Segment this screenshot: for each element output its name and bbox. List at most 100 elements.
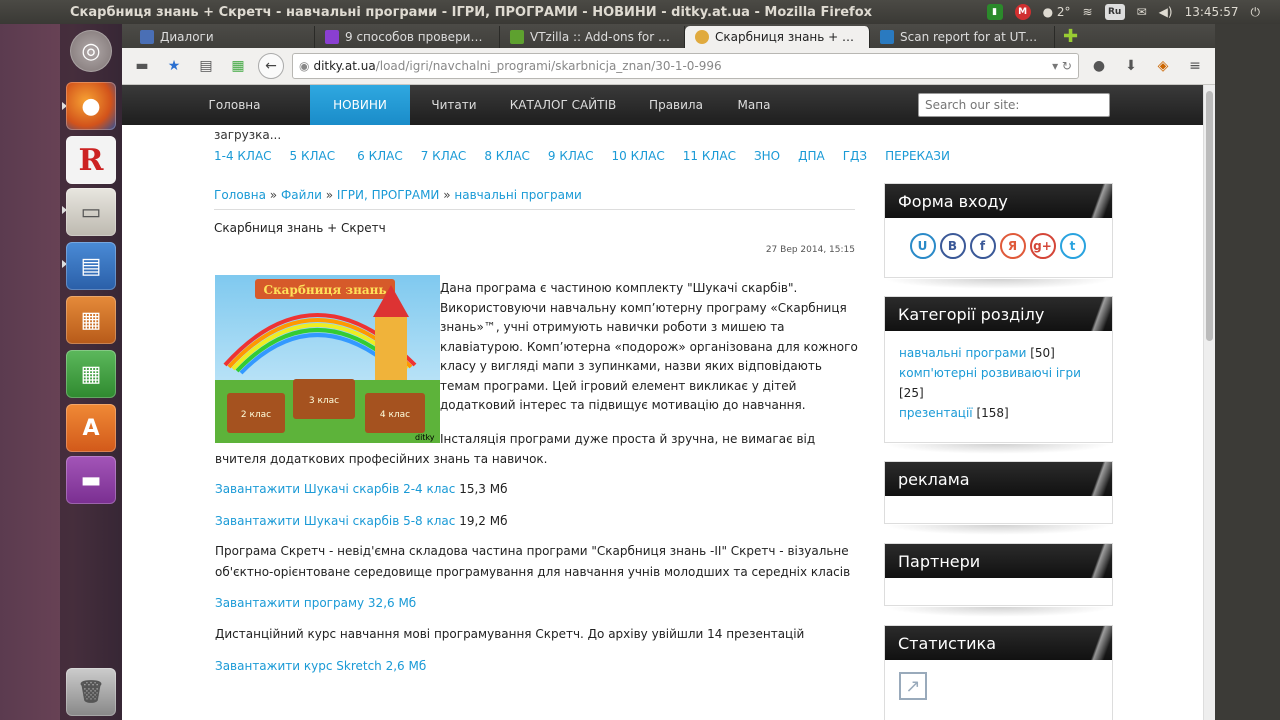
writer-icon[interactable]: ▤ [66,242,116,290]
download-1: Завантажити Шукачі скарбів 2-4 клас 15,3… [215,482,508,496]
login-box: Форма входу U B f Я g+ t [884,183,1113,278]
firefox-icon[interactable]: ● [66,82,116,130]
stats-counter-icon[interactable]: ↗ [899,672,927,700]
globe-icon: ◉ [299,59,310,73]
google-plus-login-icon[interactable]: g+ [1029,233,1056,259]
tab-skarbnytsia[interactable]: Скарбниця знань + Ск… [685,26,870,48]
wifi-icon[interactable]: ≋ [1083,5,1093,19]
category-link[interactable]: комп'ютерні розвиваючі ігри [899,366,1081,380]
category-item: комп'ютерні розвиваючі ігри [25] [899,366,1081,400]
calc-icon[interactable]: ▦ [66,350,116,398]
clipboard-icon[interactable]: ▤ [194,54,218,78]
volume-icon[interactable]: ◀) [1159,5,1173,19]
class-link[interactable]: ЗНО [754,149,780,163]
breadcrumb-home[interactable]: Головна [214,188,266,202]
download-link-2-4[interactable]: Завантажити Шукачі скарбів 2-4 клас [215,482,455,496]
nav-read[interactable]: Читати [410,85,498,125]
network-monitor-icon[interactable]: ▮ [986,4,1003,20]
reload-icon[interactable]: ▾ ↻ [1052,59,1072,73]
download-arrow-icon[interactable]: ⬇ [1119,54,1143,78]
weather-indicator[interactable]: ● 2° [1043,5,1071,19]
course-description: Дистанційний курс навчання мові програму… [215,627,805,641]
login-box-title: Форма входу [885,184,1112,218]
svg-text:3 клас: 3 клас [309,396,339,406]
tab-9-ways[interactable]: 9 способов проверит… [315,26,500,48]
chat-icon[interactable]: ● [1087,54,1111,78]
download-course-link[interactable]: Завантажити курс Skretch 2,6 Мб [215,659,426,673]
vkontakte-login-icon[interactable]: B [939,233,966,259]
ucoz-login-icon[interactable]: U [909,233,936,259]
files-icon[interactable]: ▭ [66,188,116,236]
class-link[interactable]: ГДЗ [843,149,867,163]
ads-box-title: реклама [885,462,1112,496]
article-image[interactable]: Скарбниця знань 2 клас 3 клас 4 клас dit… [215,275,440,443]
rstudio-icon[interactable]: R [66,136,116,184]
menu-icon[interactable]: ≡ [1183,54,1207,78]
yandex-login-icon[interactable]: Я [999,233,1026,259]
ads-box: реклама [884,461,1113,524]
class-link[interactable]: ДПА [798,149,825,163]
svg-text:4 клас: 4 клас [380,410,410,420]
breadcrumb-files[interactable]: Файли [281,188,322,202]
categories-box-title: Категорії розділу [885,297,1112,331]
class-link[interactable]: 6 КЛАС [357,149,403,163]
nav-home[interactable]: Головна [188,85,281,125]
categories-list: навчальні програми [50] комп'ютерні розв… [885,331,1112,435]
nav-news[interactable]: НОВИНИ [310,85,410,125]
system-tray: ▮ M ● 2° ≋ Ru ✉ ◀) 13:45:57 ⏻ [986,4,1280,20]
twitter-login-icon[interactable]: t [1059,233,1086,259]
class-link[interactable]: 1-4 КЛАС [214,149,272,163]
tab-bar: Диалоги 9 способов проверит… VTzilla :: … [122,24,1215,48]
class-link[interactable]: ПЕРЕКАЗИ [885,149,950,163]
article-text-2: Інсталяція програми дуже проста й зручна… [215,432,816,466]
breadcrumb: Головна » Файли » ІГРИ, ПРОГРАМИ » навча… [214,188,582,202]
class-link[interactable]: 9 КЛАС [548,149,594,163]
addon-icon[interactable]: ◈ [1151,54,1175,78]
workspace-switcher-icon[interactable]: ▬ [66,456,116,504]
class-link[interactable]: 7 КЛАС [421,149,467,163]
power-icon[interactable]: ⏻ [1251,5,1261,20]
temperature: 2° [1056,5,1071,19]
download-link-5-8[interactable]: Завантажити Шукачі скарбів 5-8 клас [215,514,455,528]
software-center-icon[interactable]: A [66,404,116,452]
tab-vtzilla[interactable]: VTzilla :: Add-ons for Fi… [500,26,685,48]
back-button[interactable]: ← [258,53,284,79]
scrollbar-thumb[interactable] [1206,91,1213,341]
stats-box-title: Статистика [885,626,1112,660]
top-panel: Скарбниця знань + Скретч - навчальні про… [0,0,1280,24]
clock[interactable]: 13:45:57 [1185,5,1239,19]
url-bar[interactable]: ◉ ditky.at.ua/load/igri/navchalni_progra… [292,53,1079,79]
category-link[interactable]: презентації [899,406,973,420]
category-link[interactable]: навчальні програми [899,346,1026,360]
mail-icon[interactable]: M [1014,4,1031,20]
mail-envelope-icon[interactable]: ✉ [1137,5,1147,19]
tab-dialogs[interactable]: Диалоги [130,26,315,48]
divider [214,209,855,210]
site-search-input[interactable] [918,93,1110,117]
dash-home-icon[interactable]: ◎ [70,30,112,72]
launcher: ◎ ● R ▭ ▤ ▦ ▦ A ▬ 🗑 [0,24,122,720]
tab-scan-report[interactable]: Scan report for at UTC … [870,26,1055,48]
breadcrumb-educational[interactable]: навчальні програми [454,188,581,202]
class-link[interactable]: 5 КЛАС [290,149,336,163]
trash-icon[interactable]: 🗑 [66,668,116,716]
class-link[interactable]: 8 КЛАС [484,149,530,163]
keyboard-layout[interactable]: Ru [1104,4,1125,20]
breadcrumb-games[interactable]: ІГРИ, ПРОГРАМИ [337,188,440,202]
class-link[interactable]: 10 КЛАС [612,149,665,163]
nav-catalog[interactable]: КАТАЛОГ САЙТІВ [498,85,628,125]
impress-icon[interactable]: ▦ [66,296,116,344]
apps-grid-icon[interactable]: ▦ [226,54,250,78]
partners-box: Партнери [884,543,1113,606]
nav-map[interactable]: Мапа [724,85,784,125]
download-3: Завантажити програму 32,6 Мб [215,596,416,610]
new-tab-button[interactable]: ✚ [1055,26,1086,48]
nav-rules[interactable]: Правила [628,85,724,125]
downloads-folder-icon[interactable]: ▬ [130,54,154,78]
class-link[interactable]: 11 КЛАС [683,149,736,163]
facebook-login-icon[interactable]: f [969,233,996,259]
bookmark-star-icon[interactable]: ★ [162,54,186,78]
page-scrollbar[interactable] [1203,85,1215,720]
tab-favicon-icon [140,30,154,44]
download-program-link[interactable]: Завантажити програму 32,6 Мб [215,596,416,610]
